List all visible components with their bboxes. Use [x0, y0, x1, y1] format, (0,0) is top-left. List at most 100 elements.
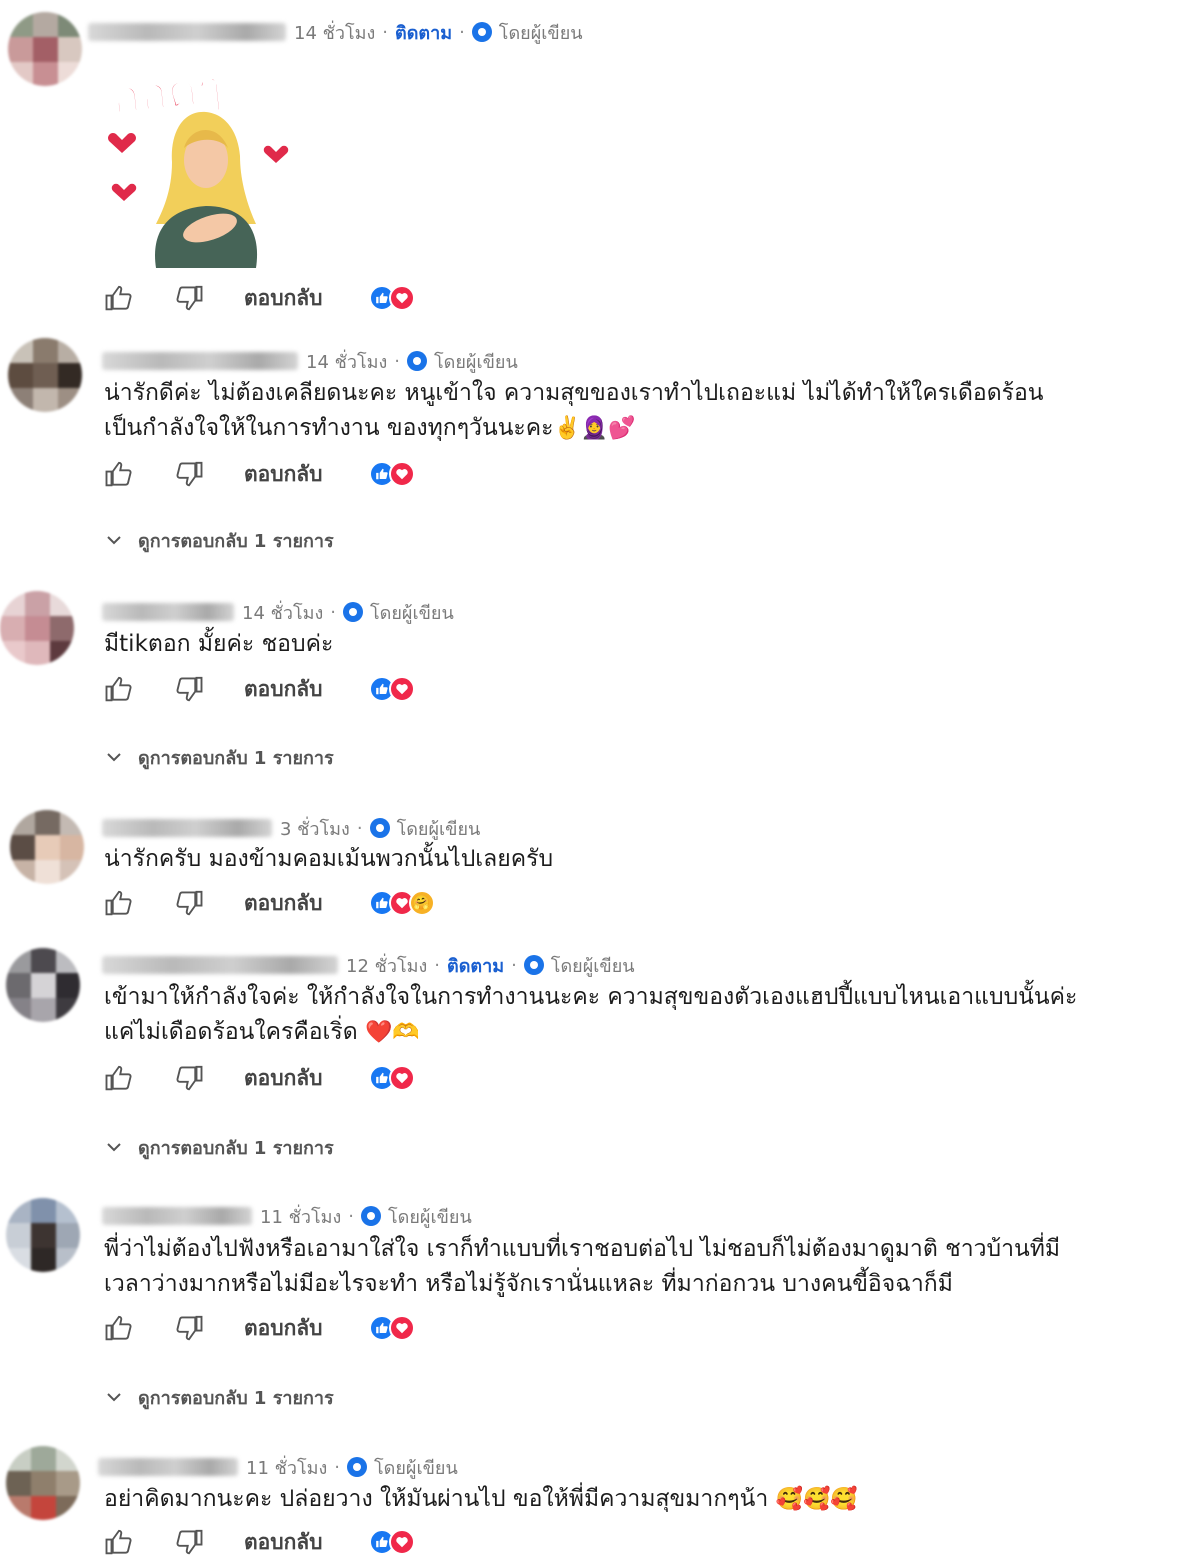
timestamp: 11 ชั่วโมง — [246, 1457, 328, 1479]
comment-meta: 12 ชั่วโมง · ติดตาม · โดยผู้เขียน — [102, 952, 635, 978]
love-reaction-icon — [388, 461, 415, 487]
view-replies-button[interactable]: ดูการตอบกลับ 1 รายการ — [106, 743, 334, 771]
follow-button[interactable]: ติดตาม — [447, 951, 504, 980]
separator: · — [356, 817, 363, 839]
thumbs-up-icon[interactable] — [104, 674, 134, 704]
chevron-down-icon — [107, 1393, 121, 1402]
timestamp: 14 ชั่วโมง — [294, 22, 376, 44]
comment-meta: 14 ชั่วโมง · ติดตาม · โดยผู้เขียน — [88, 19, 583, 45]
by-author-badge: โดยผู้เขียน — [523, 951, 635, 980]
commenter-name-blurred[interactable] — [102, 352, 298, 370]
comment-text: อย่าคิดมากนะคะ ปล่อยวาง ให้มันผ่านไป ขอใ… — [104, 1482, 1184, 1517]
thumbs-down-icon[interactable] — [174, 1063, 204, 1093]
comment-body: เข้ามาให้กำลังใจค่ะ ให้กำลังใจในการทำงาน… — [104, 984, 1078, 1045]
by-author-label: โดยผู้เขียน — [434, 351, 518, 373]
reply-button[interactable]: ตอบกลับ — [244, 458, 323, 491]
reaction-summary[interactable] — [368, 1315, 415, 1341]
chevron-down-icon — [107, 1143, 121, 1152]
thumbs-down-icon[interactable] — [174, 1313, 204, 1343]
comment-text: มีtikตอก มั้ยค่ะ ชอบค่ะ — [104, 627, 1184, 662]
commenter-name-blurred[interactable] — [98, 1458, 238, 1476]
thumbs-down-icon[interactable] — [174, 1527, 204, 1556]
thumbs-down-icon[interactable] — [174, 674, 204, 704]
love-reaction-icon — [388, 1315, 415, 1341]
author-check-icon — [471, 22, 492, 42]
thumbs-up-icon[interactable] — [104, 1527, 134, 1556]
by-author-label: โดยผู้เขียน — [396, 818, 481, 840]
thumbs-up-icon[interactable] — [104, 888, 134, 918]
comment-emoji: ❤️🫶 — [365, 1020, 420, 1045]
thumbs-up-icon[interactable] — [104, 283, 134, 313]
commenter-name-blurred[interactable] — [102, 603, 234, 621]
love-reaction-icon — [388, 285, 415, 311]
comment-body: มีtikตอก มั้ยค่ะ ชอบค่ะ — [104, 631, 334, 657]
commenter-name-blurred[interactable] — [102, 1207, 252, 1225]
comment-meta: 3 ชั่วโมง · โดยผู้เขียน — [102, 815, 480, 841]
commenter-name-blurred[interactable] — [102, 956, 338, 974]
reply-button[interactable]: ตอบกลับ — [244, 673, 323, 706]
commenter-name-blurred[interactable] — [88, 23, 286, 41]
by-author-badge: โดยผู้เขียน — [361, 1202, 472, 1231]
comment-body: พี่ว่าไม่ต้องไปฟังหรือเอามาใส่ใจ เราก็ทำ… — [104, 1236, 1061, 1297]
avatar[interactable] — [6, 1446, 80, 1520]
reply-button[interactable]: ตอบกลับ — [244, 282, 323, 315]
comment-item: 14 ชั่วโมง · ติดตาม · โดยผู้เขียน กอดๆ ต… — [0, 0, 1200, 330]
chevron-down-icon — [107, 753, 121, 762]
reaction-summary[interactable] — [368, 285, 415, 311]
comment-body: อย่าคิดมากนะคะ ปล่อยวาง ให้มันผ่านไป ขอใ… — [104, 1486, 769, 1512]
timestamp: 14 ชั่วโมง — [306, 351, 388, 373]
by-author-label: โดยผู้เขียน — [388, 1206, 472, 1228]
comment-meta: 11 ชั่วโมง · โดยผู้เขียน — [102, 1203, 472, 1229]
comment-emoji: ✌️🧕💕 — [553, 416, 636, 441]
view-replies-label: ดูการตอบกลับ 1 รายการ — [138, 1137, 334, 1159]
thumbs-down-icon[interactable] — [174, 888, 204, 918]
comment-item: 3 ชั่วโมง · โดยผู้เขียน น่ารักครับ มองข้… — [0, 800, 1200, 935]
timestamp: 12 ชั่วโมง — [346, 955, 428, 977]
reaction-summary[interactable] — [368, 461, 415, 487]
avatar[interactable] — [8, 338, 82, 412]
separator: · — [511, 954, 517, 976]
comment-item: 14 ชั่วโมง · โดยผู้เขียน มีtikตอก มั้ยค่… — [0, 585, 1200, 785]
reaction-summary[interactable] — [368, 1529, 415, 1555]
avatar[interactable] — [0, 591, 74, 665]
avatar[interactable] — [6, 1198, 80, 1272]
view-replies-button[interactable]: ดูการตอบกลับ 1 รายการ — [106, 1383, 334, 1411]
follow-button[interactable]: ติดตาม — [395, 18, 452, 47]
timestamp: 11 ชั่วโมง — [260, 1206, 342, 1228]
comment-actions: ตอบกลับ — [104, 1310, 415, 1346]
reaction-summary[interactable] — [368, 676, 415, 702]
thumbs-up-icon[interactable] — [104, 459, 134, 489]
thumbs-up-icon[interactable] — [104, 1313, 134, 1343]
reply-button[interactable]: ตอบกลับ — [244, 887, 323, 920]
by-author-label: โดยผู้เขียน — [374, 1457, 458, 1479]
comment-meta: 14 ชั่วโมง · โดยผู้เขียน — [102, 348, 518, 374]
thumbs-down-icon[interactable] — [174, 459, 204, 489]
reply-button[interactable]: ตอบกลับ — [244, 1312, 323, 1345]
thumbs-up-icon[interactable] — [104, 1063, 134, 1093]
thumbs-down-icon[interactable] — [174, 283, 204, 313]
sticker-image[interactable]: กอดๆ — [106, 52, 302, 268]
reply-button[interactable]: ตอบกลับ — [244, 1062, 323, 1095]
reply-button[interactable]: ตอบกลับ — [244, 1526, 323, 1556]
comment-actions: ตอบกลับ — [104, 1060, 415, 1096]
view-replies-label: ดูการตอบกลับ 1 รายการ — [138, 1387, 334, 1409]
timestamp: 14 ชั่วโมง — [242, 602, 324, 624]
timestamp: 3 ชั่วโมง — [280, 818, 350, 840]
commenter-name-blurred[interactable] — [102, 819, 272, 837]
avatar[interactable] — [10, 810, 84, 884]
avatar[interactable] — [8, 12, 82, 86]
avatar[interactable] — [6, 948, 80, 1022]
comment-text: น่ารักดีค่ะ ไม่ต้องเคลียดนะคะ หนูเข้าใจ … — [104, 376, 1184, 446]
view-replies-button[interactable]: ดูการตอบกลับ 1 รายการ — [106, 526, 334, 554]
comment-text: น่ารักครับ มองข้ามคอมเม้นพวกนั้นไปเลยครั… — [104, 842, 1184, 877]
by-author-label: โดยผู้เขียน — [550, 955, 635, 977]
love-reaction-icon — [388, 1529, 415, 1555]
comment-actions: ตอบกลับ — [104, 456, 415, 492]
reaction-summary[interactable]: 🤗 — [368, 890, 435, 916]
comment-meta: 11 ชั่วโมง · โดยผู้เขียน — [98, 1454, 458, 1480]
reaction-summary[interactable] — [368, 1065, 415, 1091]
care-reaction-icon: 🤗 — [408, 890, 435, 916]
view-replies-button[interactable]: ดูการตอบกลับ 1 รายการ — [106, 1133, 334, 1161]
comment-item: 12 ชั่วโมง · ติดตาม · โดยผู้เขียน เข้ามา… — [0, 940, 1200, 1180]
view-replies-label: ดูการตอบกลับ 1 รายการ — [138, 530, 334, 552]
